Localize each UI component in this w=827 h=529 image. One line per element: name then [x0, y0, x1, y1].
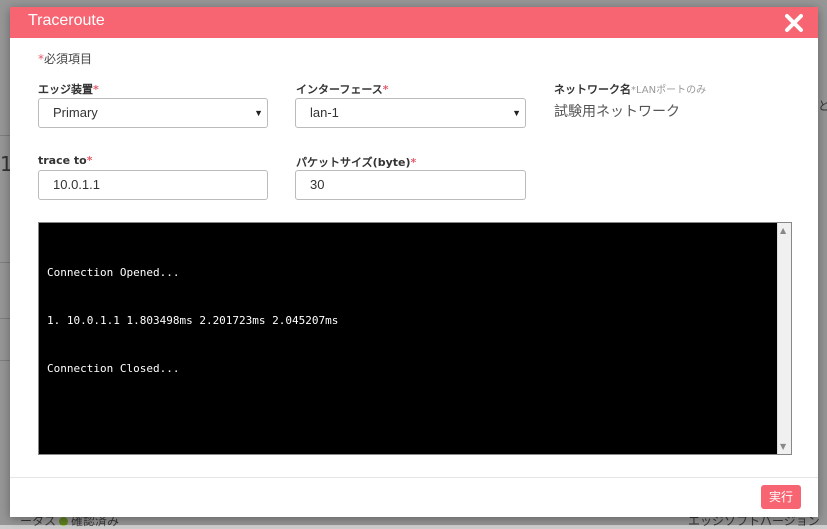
interface-label: インターフェース* — [296, 83, 389, 96]
console-line: Connection Opened... — [47, 266, 180, 279]
traceroute-modal: Traceroute *必須項目 エッジ装置* Primary ▼ インターフェ… — [10, 7, 818, 517]
packet-size-input[interactable]: 30 — [295, 170, 526, 200]
network-name-value: 試験用ネットワーク — [554, 104, 680, 120]
packet-size-label: パケットサイズ(byte)* — [296, 156, 417, 169]
console-line: Connection Closed... — [47, 362, 180, 375]
chevron-down-icon: ▼ — [254, 108, 263, 118]
footer-divider — [10, 477, 818, 478]
execute-button[interactable]: 実行 — [761, 485, 801, 509]
trace-to-label: trace to* — [38, 154, 93, 167]
edge-device-label: エッジ装置* — [38, 83, 99, 96]
edge-device-select[interactable]: Primary ▼ — [38, 98, 268, 128]
chevron-down-icon: ▼ — [512, 108, 521, 118]
modal-header: Traceroute — [10, 7, 818, 38]
scroll-down-icon[interactable]: ▼ — [780, 442, 786, 451]
required-note: *必須項目 — [38, 52, 93, 66]
close-icon — [785, 14, 803, 32]
close-button[interactable] — [784, 13, 804, 33]
console-lines: Connection Opened... 1. 10.0.1.1 1.80349… — [47, 233, 338, 409]
network-name-label: ネットワーク名*LANポートのみ — [554, 83, 707, 96]
trace-to-input[interactable]: 10.0.1.1 — [38, 170, 268, 200]
scroll-up-icon[interactable]: ▲ — [780, 226, 786, 235]
console-output[interactable]: Connection Opened... 1. 10.0.1.1 1.80349… — [38, 222, 792, 455]
modal-title: Traceroute — [28, 12, 105, 29]
interface-select[interactable]: lan-1 ▼ — [295, 98, 526, 128]
console-scrollbar[interactable]: ▲ ▼ — [777, 223, 791, 454]
console-line: 1. 10.0.1.1 1.803498ms 2.201723ms 2.0452… — [47, 314, 339, 327]
